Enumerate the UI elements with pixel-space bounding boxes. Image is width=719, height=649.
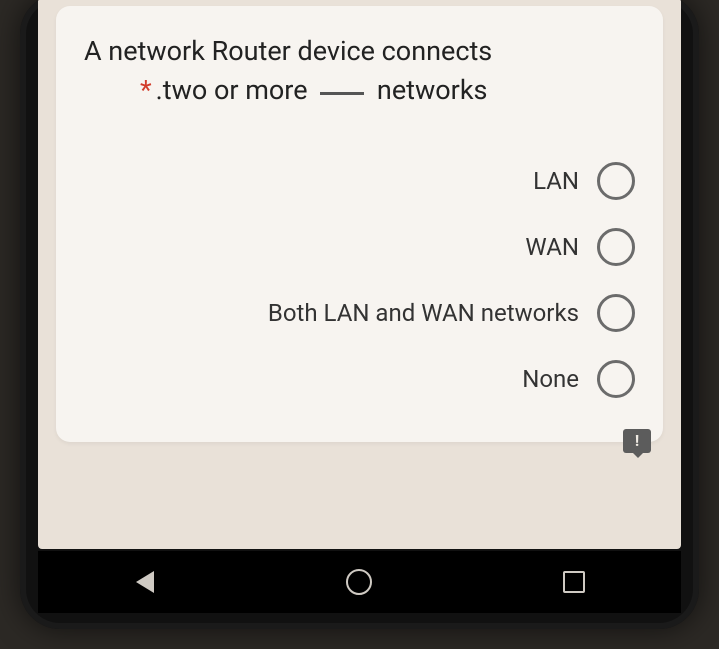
option-label: WAN — [525, 233, 579, 261]
option-none[interactable]: None — [84, 346, 635, 412]
nav-recent-button[interactable] — [561, 569, 587, 595]
screen: A network Router device connects *.two o… — [38, 0, 681, 549]
radio-icon[interactable] — [597, 294, 635, 332]
option-wan[interactable]: WAN — [84, 214, 635, 280]
required-asterisk: * — [140, 74, 152, 106]
back-icon — [136, 571, 154, 593]
nav-home-button[interactable] — [346, 569, 372, 595]
recent-icon — [563, 571, 585, 593]
home-icon — [346, 569, 372, 595]
question-line1: A network Router device connects — [84, 35, 492, 67]
radio-icon[interactable] — [597, 360, 635, 398]
alert-icon: ! — [623, 429, 651, 453]
option-label: LAN — [533, 167, 579, 195]
question-text: A network Router device connects *.two o… — [84, 32, 635, 110]
option-label: Both LAN and WAN networks — [268, 299, 579, 327]
nav-back-button[interactable] — [132, 569, 158, 595]
android-navbar — [38, 551, 681, 613]
question-line2-pre: .two or more — [156, 74, 308, 106]
question-card: A network Router device connects *.two o… — [56, 6, 663, 442]
option-lan[interactable]: LAN — [84, 148, 635, 214]
option-both[interactable]: Both LAN and WAN networks — [84, 280, 635, 346]
radio-icon[interactable] — [597, 162, 635, 200]
option-label: None — [522, 365, 579, 393]
report-flag-button[interactable]: ! — [623, 429, 651, 453]
options-list: LAN WAN Both LAN and WAN networks None — [84, 148, 635, 412]
blank-line — [320, 92, 364, 95]
question-line2-post: networks — [377, 74, 488, 106]
phone-frame: A network Router device connects *.two o… — [20, 0, 699, 629]
radio-icon[interactable] — [597, 228, 635, 266]
